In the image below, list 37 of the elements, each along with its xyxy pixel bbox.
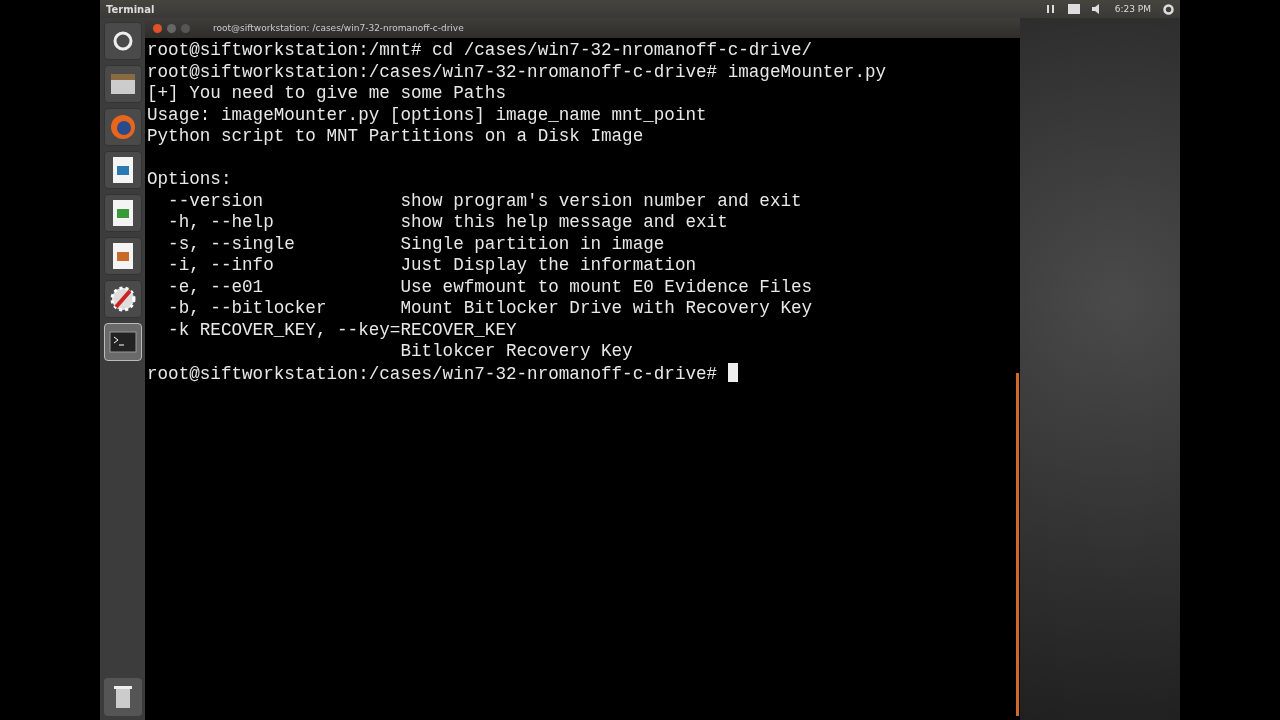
drawer-icon — [109, 72, 136, 96]
terminal-line: -s, --single Single partition in image — [167, 233, 666, 255]
terminal-line: Python script to MNT Partitions on a Disk Image — [147, 126, 645, 148]
launcher-item[interactable] — [103, 22, 142, 60]
scrollbar[interactable] — [1016, 373, 1019, 716]
terminal-line: -k RECOVER_KEY, --key=RECOVER_KEY — [167, 319, 518, 341]
terminal-line: -i, --info Just Display the information — [167, 255, 697, 277]
clock[interactable]: 6:23 PM — [1114, 4, 1151, 14]
document-icon — [110, 242, 135, 270]
terminal-line: --version show program's version number and exit — [167, 190, 803, 212]
terminal-line: Usage: imageMounter.py [options] image_name mnt_point — [147, 104, 708, 126]
document-icon — [110, 156, 135, 184]
terminal-line: -b, --bitlocker Mount Bitlocker Drive with Recovery Key — [167, 298, 814, 320]
window-title: root@siftworkstation: /cases/win7-32-nromanoff-c-drive — [213, 23, 464, 33]
close-icon[interactable] — [153, 23, 162, 33]
app-title: Terminal — [106, 3, 156, 15]
gear-icon — [108, 285, 137, 313]
terminal-line: root@siftworkstation:/cases/win7-32-nromanoff-c-drive# imageMounter.py — [147, 61, 888, 83]
launcher-item[interactable] — [103, 280, 142, 318]
terminal-line: Bitlokcer Recovery Key — [399, 341, 634, 363]
terminal-line: -h, --help show this help message and exit — [167, 212, 729, 234]
terminal-line: root@siftworkstation:/mnt# cd /cases/win7-32-nromanoff-c-drive/ — [147, 40, 814, 62]
launcher-item[interactable] — [103, 151, 142, 189]
settings-icon[interactable] — [1163, 3, 1174, 15]
terminal-line: [+] You need to give me some Paths — [147, 83, 507, 105]
terminal-icon — [108, 331, 137, 353]
terminal-prompt: root@siftworkstation:/cases/win7-32-nromanoff-c-drive# — [147, 362, 1016, 384]
launcher-item[interactable] — [103, 237, 142, 275]
launcher-item[interactable] — [103, 194, 142, 232]
trash-icon[interactable] — [103, 678, 142, 716]
launcher-item[interactable] — [103, 65, 142, 103]
document-icon — [110, 199, 135, 227]
keyboard-icon — [1067, 4, 1080, 14]
terminal-line: -e, --e01 Use ewfmount to mount E0 Evidence Files — [167, 276, 814, 298]
cursor — [727, 362, 738, 382]
terminal-line: Options: — [147, 169, 233, 191]
launcher-item[interactable] — [103, 323, 142, 361]
